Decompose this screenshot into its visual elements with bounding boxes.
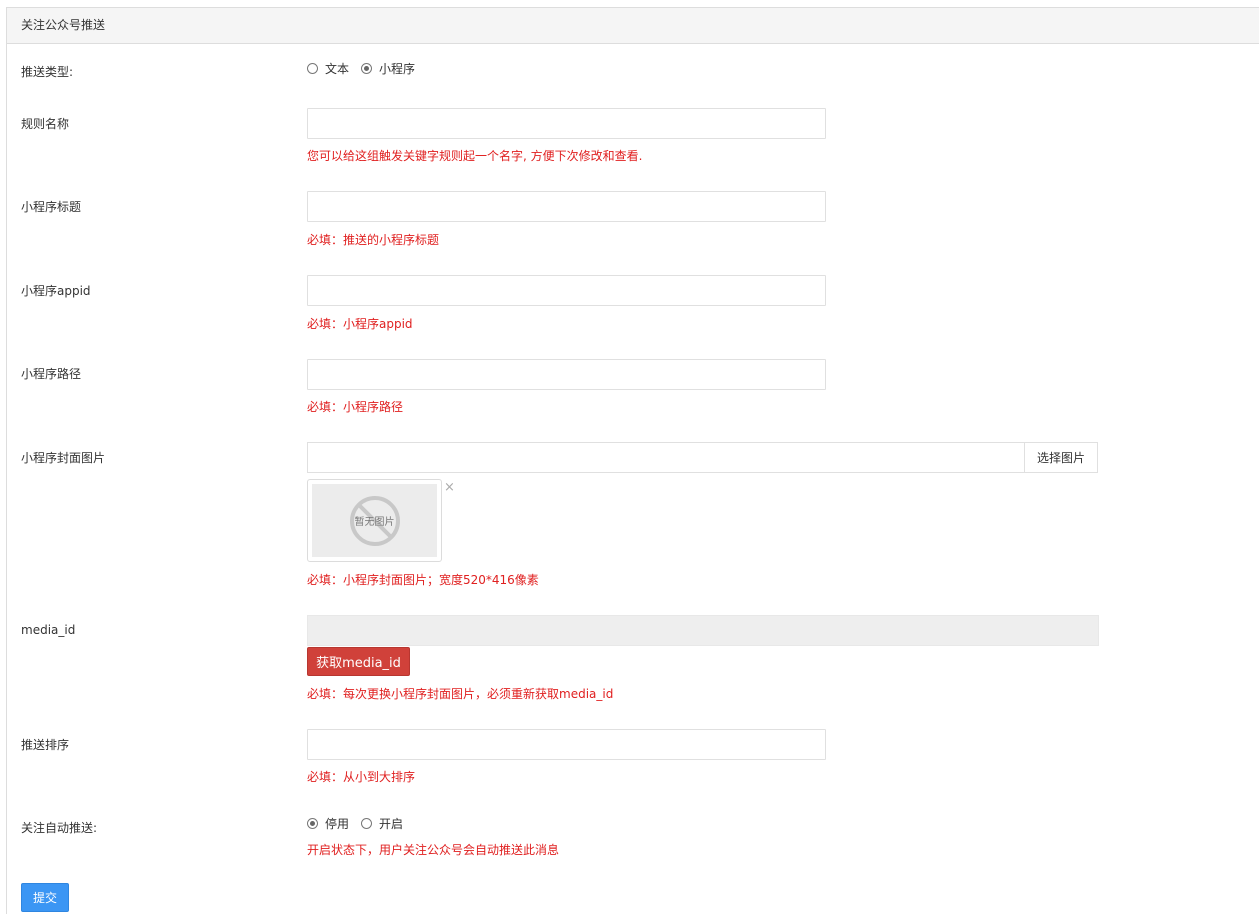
- push-type-option-text[interactable]: 文本: [307, 60, 349, 77]
- auto-push-option-label: 停用: [325, 817, 350, 831]
- cover-path-input[interactable]: [307, 442, 1025, 473]
- close-icon[interactable]: ×: [444, 480, 455, 496]
- mini-appid-label: 小程序appid: [21, 284, 91, 298]
- radio-checked-icon[interactable]: [361, 63, 373, 74]
- radio-checked-icon[interactable]: [307, 818, 318, 829]
- push-type-option-label: 小程序: [379, 62, 416, 76]
- push-type-label: 推送类型:: [21, 65, 74, 79]
- mini-path-input[interactable]: [307, 359, 826, 390]
- media-id-input: [307, 615, 1099, 646]
- media-id-help: 必填：每次更换小程序封面图片，必须重新获取media_id: [307, 687, 614, 701]
- get-media-id-button[interactable]: 获取media_id: [307, 647, 410, 676]
- push-type-radio-group: 文本 小程序: [307, 60, 427, 77]
- mini-path-label: 小程序路径: [21, 367, 82, 381]
- auto-push-radio-group: 停用 开启: [307, 815, 415, 832]
- cover-help: 必填：小程序封面图片；宽度520*416像素: [307, 573, 539, 587]
- sort-label: 推送排序: [21, 738, 70, 752]
- sort-input[interactable]: [307, 729, 826, 760]
- auto-push-option-enable[interactable]: 开启: [361, 815, 403, 832]
- mini-title-help: 必填：推送的小程序标题: [307, 233, 440, 247]
- mini-appid-input[interactable]: [307, 275, 826, 306]
- rule-name-input[interactable]: [307, 108, 826, 139]
- mini-path-help: 必填：小程序路径: [307, 400, 404, 414]
- mini-appid-help: 必填：小程序appid: [307, 317, 413, 331]
- push-type-option-miniprogram[interactable]: 小程序: [361, 60, 415, 77]
- no-image-placeholder: 暂无图片: [312, 484, 437, 557]
- push-type-option-label: 文本: [325, 62, 350, 76]
- auto-push-help: 开启状态下，用户关注公众号会自动推送此消息: [307, 843, 560, 857]
- cover-thumbnail[interactable]: 暂无图片: [307, 479, 442, 562]
- rule-name-help: 您可以给这组触发关键字规则起一个名字, 方便下次修改和查看.: [307, 149, 643, 163]
- submit-button[interactable]: 提交: [21, 883, 69, 912]
- radio-unchecked-icon[interactable]: [307, 63, 318, 74]
- rule-name-label: 规则名称: [21, 117, 70, 131]
- media-id-label: media_id: [21, 623, 76, 637]
- no-image-text: 暂无图片: [354, 517, 395, 528]
- cover-label: 小程序封面图片: [21, 451, 106, 465]
- panel-title: 关注公众号推送: [7, 8, 1259, 44]
- radio-unchecked-icon[interactable]: [361, 818, 373, 829]
- auto-push-option-label: 开启: [379, 817, 404, 831]
- auto-push-label: 关注自动推送:: [21, 821, 98, 835]
- select-image-button[interactable]: 选择图片: [1024, 442, 1098, 473]
- sort-help: 必填：从小到大排序: [307, 770, 416, 784]
- mini-title-input[interactable]: [307, 191, 826, 222]
- auto-push-option-disable[interactable]: 停用: [307, 815, 349, 832]
- mini-title-label: 小程序标题: [21, 200, 82, 214]
